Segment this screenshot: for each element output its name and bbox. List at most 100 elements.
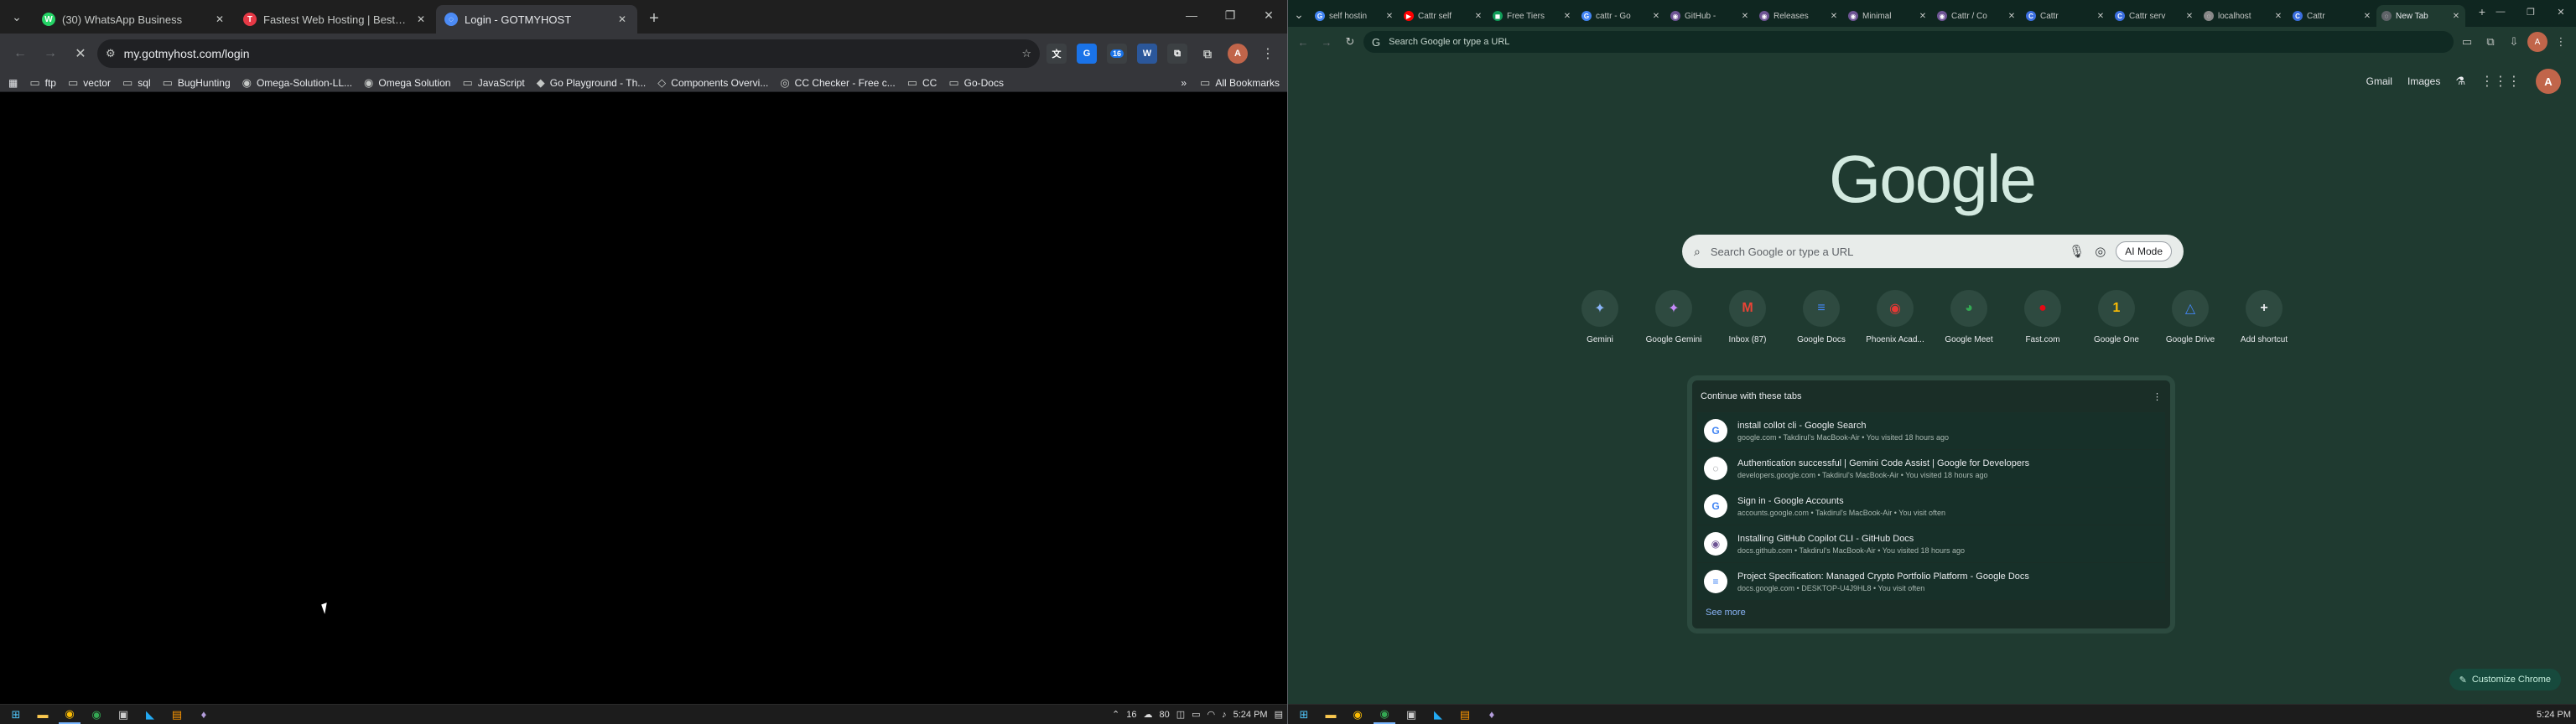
tab-2[interactable]: ◌ Login - GOTMYHOST ✕ bbox=[436, 5, 637, 34]
cast-icon[interactable]: ▭ bbox=[2457, 32, 2477, 52]
continue-tab-row[interactable]: G Sign in - Google Accounts accounts.googl… bbox=[1697, 488, 2165, 525]
close-window-icon[interactable]: ✕ bbox=[2546, 0, 2576, 23]
extensions-puzzle-icon[interactable]: ⧉ bbox=[2480, 32, 2501, 52]
tab-1[interactable]: T Fastest Web Hosting | Best VPS ✕ bbox=[235, 5, 436, 34]
restore-icon[interactable]: ❐ bbox=[2516, 0, 2546, 23]
extension-word-icon[interactable]: W bbox=[1137, 44, 1157, 64]
sublime-icon[interactable]: ▤ bbox=[1454, 706, 1476, 724]
close-tab-icon[interactable]: ✕ bbox=[1652, 9, 1660, 23]
tab-search-icon[interactable]: ⌄ bbox=[1290, 5, 1308, 23]
minimize-icon[interactable]: — bbox=[1172, 0, 1211, 30]
bookmark-item[interactable]: ◎ CC Checker - Free c... bbox=[780, 76, 895, 90]
close-tab-icon[interactable]: ✕ bbox=[2096, 9, 2105, 23]
bookmark-item[interactable]: ◆ Go Playground - Th... bbox=[537, 76, 647, 90]
bookmark-item[interactable]: ▭ Go-Docs bbox=[948, 76, 1004, 90]
close-tab-icon[interactable]: ✕ bbox=[1563, 9, 1571, 23]
close-window-icon[interactable]: ✕ bbox=[1249, 0, 1288, 30]
ai-mode-button[interactable]: AI Mode bbox=[2116, 241, 2172, 261]
close-tab-icon[interactable]: ✕ bbox=[2185, 9, 2194, 23]
card-menu-icon[interactable]: ⋮ bbox=[2153, 391, 2162, 402]
close-tab-icon[interactable]: ✕ bbox=[2363, 9, 2371, 23]
images-link[interactable]: Images bbox=[2407, 75, 2440, 87]
back-button[interactable]: ← bbox=[7, 40, 34, 67]
continue-tab-row[interactable]: ◉ Installing GitHub Copilot CLI - GitHub … bbox=[1697, 525, 2165, 563]
terminal-icon[interactable]: ▣ bbox=[1400, 706, 1422, 724]
bookmarks-overflow-icon[interactable]: » bbox=[1181, 77, 1187, 89]
windows-start-icon[interactable]: ⊞ bbox=[1293, 706, 1315, 724]
continue-tab-row[interactable]: ◌ Authentication successful | Gemini Code… bbox=[1697, 450, 2165, 488]
new-tab-button[interactable]: + bbox=[642, 7, 666, 30]
terminal-icon[interactable]: ▣ bbox=[112, 706, 134, 724]
site-info-icon[interactable]: ⚙ bbox=[106, 47, 116, 60]
close-tab-icon[interactable]: ✕ bbox=[2274, 9, 2283, 23]
tab-1[interactable]: ▶ Cattr self ✕ bbox=[1399, 5, 1488, 27]
app-icon[interactable]: ♦ bbox=[1481, 706, 1503, 724]
close-tab-icon[interactable]: ✕ bbox=[1741, 9, 1749, 23]
close-tab-icon[interactable]: ✕ bbox=[2452, 9, 2460, 23]
close-tab-icon[interactable]: ✕ bbox=[1830, 9, 1838, 23]
close-tab-icon[interactable]: ✕ bbox=[414, 13, 428, 26]
extension-translate-icon[interactable]: 文 bbox=[1046, 44, 1067, 64]
volume-icon[interactable]: ♪ bbox=[1222, 710, 1227, 720]
restore-icon[interactable]: ❐ bbox=[1211, 0, 1249, 30]
extensions-puzzle-icon[interactable]: ⧉ bbox=[1197, 44, 1218, 64]
close-tab-icon[interactable]: ✕ bbox=[1385, 9, 1394, 23]
google-apps-icon[interactable]: ⋮⋮⋮ bbox=[2480, 73, 2521, 90]
shortcut-tile[interactable]: ✦ Google Gemini bbox=[1639, 290, 1709, 344]
wifi-icon[interactable]: ◠ bbox=[1208, 709, 1216, 720]
customize-chrome-button[interactable]: ✎ Customize Chrome bbox=[2449, 669, 2561, 690]
tab-7[interactable]: ◉ Cattr / Co ✕ bbox=[1932, 5, 2021, 27]
menu-kebab-icon[interactable]: ⋮ bbox=[2551, 32, 2571, 52]
chrome-alt-icon[interactable]: ◉ bbox=[86, 706, 107, 724]
sublime-icon[interactable]: ▤ bbox=[166, 706, 188, 724]
bookmark-item[interactable]: ◉ Omega Solution bbox=[364, 76, 450, 90]
address-bar[interactable]: ⚙ my.gotmyhost.com/login ☆ bbox=[97, 39, 1040, 68]
tab-8[interactable]: C Cattr ✕ bbox=[2021, 5, 2110, 27]
apps-grid-icon[interactable]: ▦ bbox=[8, 77, 18, 89]
back-button[interactable]: ← bbox=[1293, 32, 1313, 52]
bookmark-item[interactable]: ▭ JavaScript bbox=[462, 76, 524, 90]
extension-badge-icon[interactable]: 16 bbox=[1107, 44, 1127, 64]
tab-0[interactable]: Gself hostin ✕ bbox=[1310, 5, 1399, 27]
extension-capture-icon[interactable]: ⧉ bbox=[1167, 44, 1187, 64]
windows-start-icon[interactable]: ⊞ bbox=[5, 706, 27, 724]
file-explorer-icon[interactable]: ▬ bbox=[32, 706, 54, 724]
bookmark-item[interactable]: ▭ BugHunting bbox=[163, 76, 231, 90]
shortcut-tile[interactable]: ◉ Phoenix Acad... bbox=[1860, 290, 1930, 344]
google-search-box[interactable]: ⌕ Search Google or type a URL 🎙 ◎ AI Mod… bbox=[1682, 235, 2184, 268]
bookmark-item[interactable]: ◉ Omega-Solution-LL... bbox=[242, 76, 352, 90]
tab-4[interactable]: ◉ GitHub - ✕ bbox=[1665, 5, 1754, 27]
google-lens-icon[interactable]: ◎ bbox=[2095, 244, 2106, 259]
bookmark-item[interactable]: ▭ sql bbox=[122, 76, 151, 90]
stop-loading-button[interactable]: ✕ bbox=[67, 40, 94, 67]
account-avatar[interactable]: A bbox=[2536, 69, 2561, 94]
tab-6[interactable]: ◉ Minimal ✕ bbox=[1843, 5, 1932, 27]
app-icon[interactable]: ♦ bbox=[193, 706, 215, 724]
tab-12[interactable]: ◌ New Tab ✕ bbox=[2376, 5, 2465, 27]
all-bookmarks-button[interactable]: ▭ All Bookmarks bbox=[1200, 76, 1280, 90]
forward-button[interactable]: → bbox=[37, 40, 64, 67]
continue-tab-row[interactable]: ≡ Project Specification: Managed Crypto P… bbox=[1697, 563, 2165, 601]
bookmark-item[interactable]: ▭ ftp bbox=[29, 76, 56, 90]
shortcut-tile[interactable]: ✦ Gemini bbox=[1565, 290, 1635, 344]
taskbar-clock-right[interactable]: 5:24 PM bbox=[2537, 710, 2571, 720]
forward-button[interactable]: → bbox=[1317, 32, 1337, 52]
tab-3[interactable]: Gcattr - Go ✕ bbox=[1576, 5, 1665, 27]
close-tab-icon[interactable]: ✕ bbox=[1474, 9, 1483, 23]
vscode-icon[interactable]: ◣ bbox=[1427, 706, 1449, 724]
network-icon[interactable]: ◫ bbox=[1176, 709, 1185, 720]
microphone-icon[interactable]: 🎙 bbox=[2069, 244, 2085, 259]
tab-5[interactable]: ◉ Releases ✕ bbox=[1754, 5, 1843, 27]
bookmark-item[interactable]: ◇ Components Overvi... bbox=[657, 76, 768, 90]
see-more-link[interactable]: See more bbox=[1697, 601, 2165, 624]
tab-search-icon[interactable]: ⌄ bbox=[3, 3, 30, 30]
profile-avatar[interactable]: A bbox=[1228, 44, 1248, 64]
profile-avatar-small[interactable]: A bbox=[2527, 32, 2547, 52]
shortcut-tile[interactable]: + Add shortcut bbox=[2229, 290, 2299, 344]
close-tab-icon[interactable]: ✕ bbox=[1919, 9, 1927, 23]
download-icon[interactable]: ⇩ bbox=[2504, 32, 2524, 52]
shortcut-tile[interactable]: ● Fast.com bbox=[2007, 290, 2078, 344]
shortcut-tile[interactable]: ≡ Google Docs bbox=[1786, 290, 1857, 344]
shortcut-tile[interactable]: M Inbox (87) bbox=[1712, 290, 1783, 344]
battery-icon[interactable]: ▭ bbox=[1192, 709, 1200, 720]
